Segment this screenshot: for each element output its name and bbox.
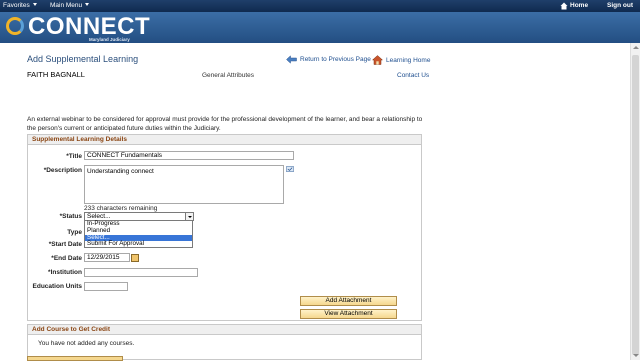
status-dropdown-list: In-Progress Planned Select... Submit For… (84, 220, 193, 248)
description-textarea[interactable]: Understanding connect (84, 165, 284, 204)
learning-home-link[interactable]: Learning Home (372, 55, 430, 65)
return-link-label: Return to Previous Page (300, 56, 371, 63)
institution-input[interactable] (84, 268, 198, 277)
main-menu[interactable]: Main Menu (50, 2, 90, 9)
details-heading: Supplemental Learning Details (28, 135, 421, 145)
learning-home-label: Learning Home (386, 56, 431, 64)
title-label: *Title (66, 153, 82, 160)
learning-home-icon (372, 55, 383, 65)
spell-check-icon[interactable] (286, 166, 294, 173)
education-units-input[interactable] (84, 282, 128, 291)
general-attributes-label: General Attributes (202, 72, 255, 79)
return-arrow-icon (286, 55, 297, 64)
chevron-down-icon (85, 3, 90, 6)
vertical-scrollbar[interactable] (630, 43, 640, 360)
type-label: Type (67, 229, 82, 236)
status-selected-value: Select... (87, 213, 111, 220)
add-course-button[interactable] (27, 356, 123, 361)
main-menu-label: Main Menu (50, 2, 83, 9)
description-label: *Description (43, 167, 82, 174)
logo-subtitle: Maryland Judiciary (89, 37, 130, 42)
end-date-label: *End Date (51, 255, 82, 262)
return-previous-page-link[interactable]: Return to Previous Page (286, 55, 371, 64)
scroll-up-icon[interactable] (633, 46, 639, 49)
start-date-label: *Start Date (48, 241, 82, 248)
notice-text: An external webinar to be considered for… (27, 116, 423, 132)
end-date-input[interactable]: 12/29/2015 (84, 253, 130, 262)
characters-remaining: 233 characters remaining (84, 205, 158, 212)
chevron-down-icon (32, 3, 37, 6)
add-course-heading: Add Course to Get Credit (28, 325, 421, 335)
learner-name: FAITH BAGNALL (27, 70, 85, 79)
sign-out-link[interactable]: Sign out (607, 2, 633, 9)
add-course-section: Add Course to Get Credit You have not ad… (27, 324, 422, 360)
connect-logo-icon (6, 17, 24, 35)
scroll-thumb[interactable] (632, 55, 639, 355)
add-attachment-button[interactable]: Add Attachment (300, 296, 397, 306)
status-option-submit-for-approval[interactable]: Submit For Approval (85, 241, 192, 248)
status-label: *Status (59, 213, 82, 220)
top-nav-bar: Favorites Main Menu Home Sign out (0, 0, 640, 12)
institution-label: *Institution (48, 269, 82, 276)
banner: CONNECT Maryland Judiciary (0, 12, 640, 43)
home-link[interactable]: Home (570, 2, 588, 9)
view-attachment-button[interactable]: View Attachment (300, 309, 397, 319)
scroll-down-icon[interactable] (633, 354, 639, 357)
title-input[interactable]: CONNECT Fundamentals (84, 151, 294, 160)
calendar-icon[interactable] (131, 254, 139, 262)
dropdown-arrow-icon[interactable] (185, 213, 193, 220)
home-icon (560, 2, 568, 10)
contact-us-link[interactable]: Contact Us (397, 72, 429, 79)
no-courses-message: You have not added any courses. (38, 340, 135, 347)
favorites-label: Favorites (3, 2, 30, 9)
education-units-label: Education Units (32, 283, 82, 290)
favorites-menu[interactable]: Favorites (3, 2, 37, 9)
page-title: Add Supplemental Learning (27, 54, 139, 64)
